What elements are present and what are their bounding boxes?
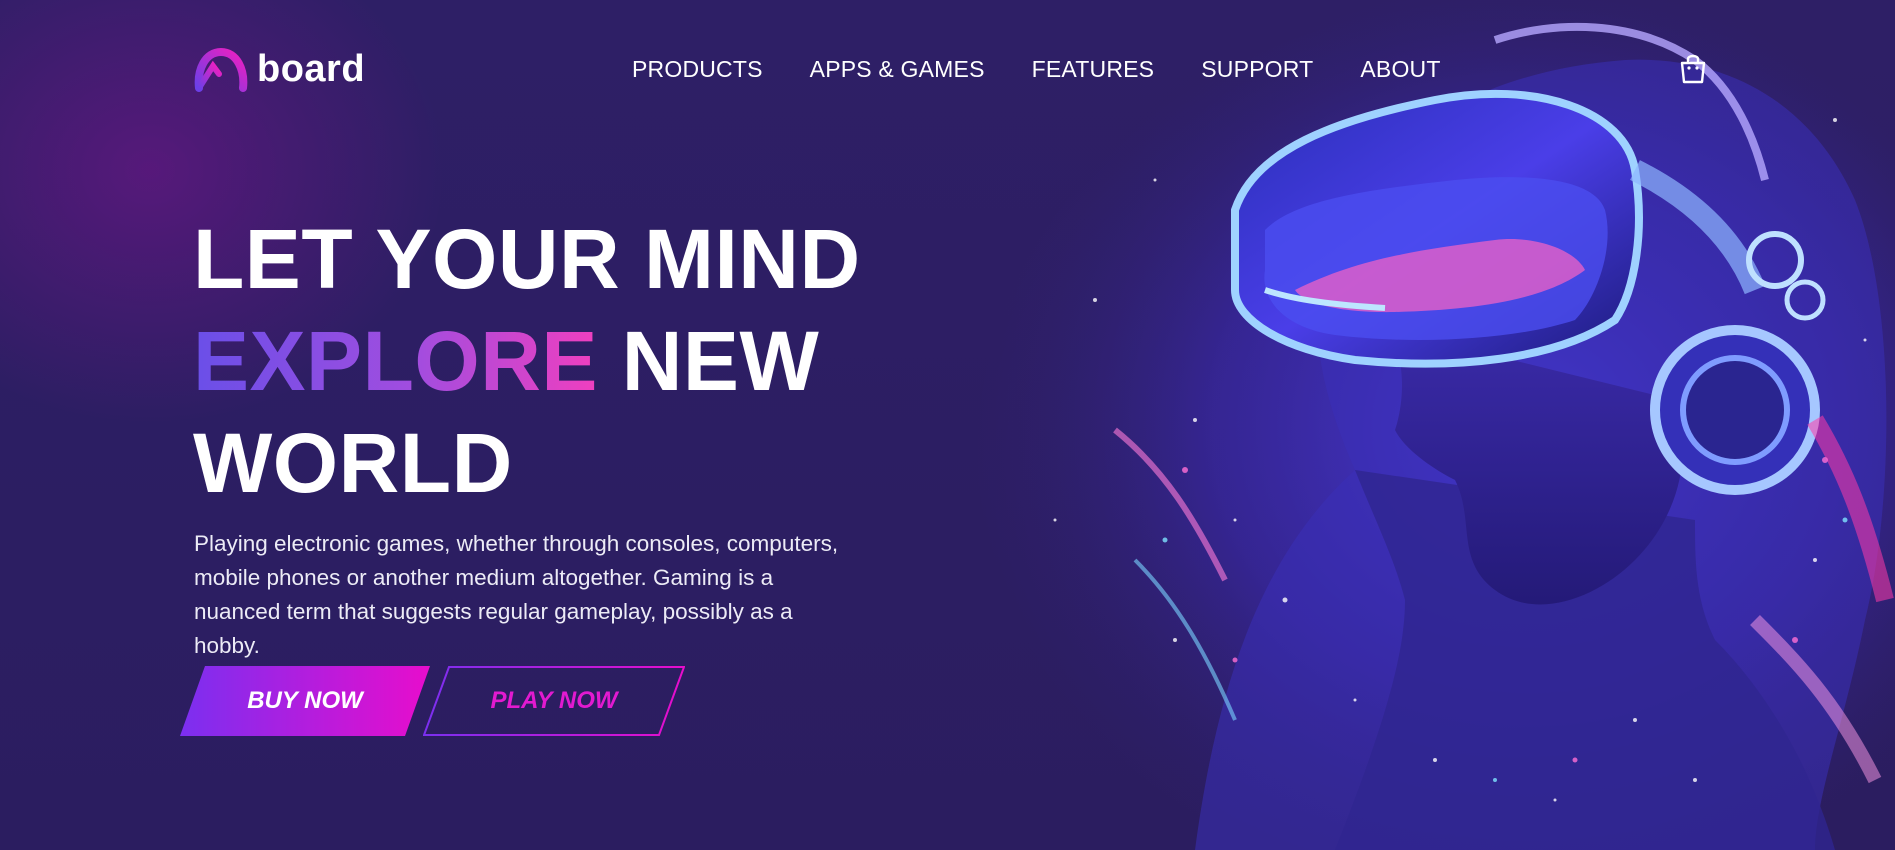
- arch-logo-icon: [194, 47, 248, 92]
- headline-line-1: LET YOUR MIND: [193, 212, 861, 306]
- buy-now-button[interactable]: BUY NOW: [180, 666, 430, 736]
- headline-line-3: WORLD: [193, 416, 513, 510]
- nav-item-apps-games[interactable]: APPS & GAMES: [810, 56, 985, 83]
- play-now-label: PLAY NOW: [490, 687, 618, 714]
- play-now-button[interactable]: PLAY NOW: [423, 666, 685, 736]
- shopping-bag-icon[interactable]: [1678, 52, 1708, 84]
- headline-line-2-rest: NEW: [597, 314, 820, 408]
- hero-headline: LET YOUR MIND EXPLORE NEW WORLD: [193, 208, 861, 514]
- nav-item-support[interactable]: SUPPORT: [1201, 56, 1313, 83]
- brand-name: board: [257, 47, 366, 90]
- main-navigation: PRODUCTS APPS & GAMES FEATURES SUPPORT A…: [632, 56, 1488, 83]
- nav-item-about[interactable]: ABOUT: [1360, 56, 1440, 83]
- nav-item-products[interactable]: PRODUCTS: [632, 56, 763, 83]
- headline-highlight-word: EXPLORE: [193, 314, 598, 408]
- hero-description: Playing electronic games, whether throug…: [194, 531, 839, 658]
- nav-item-features[interactable]: FEATURES: [1032, 56, 1155, 83]
- brand-logo[interactable]: board: [193, 46, 365, 92]
- buy-now-label: BUY NOW: [247, 687, 363, 714]
- vr-headset-hero-image: [935, 0, 1895, 850]
